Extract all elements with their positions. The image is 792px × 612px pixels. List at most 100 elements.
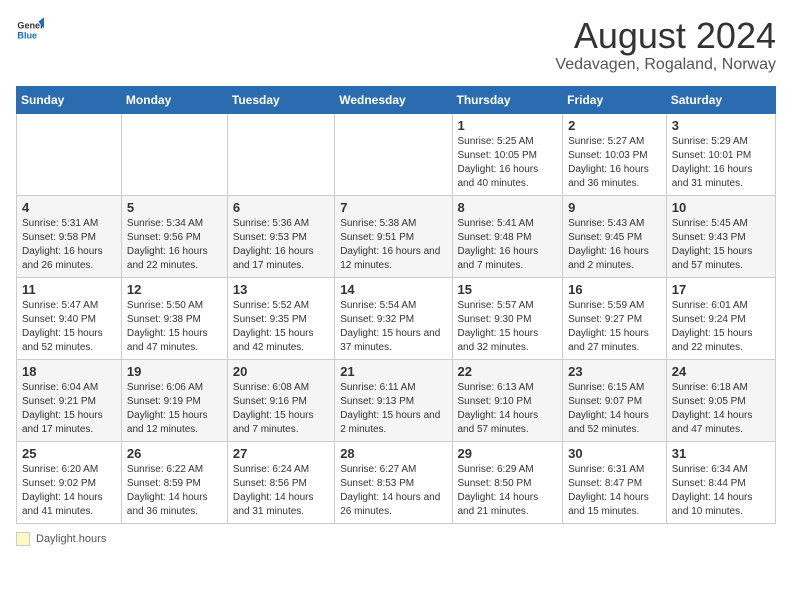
day-cell: 13 Sunrise: 5:52 AMSunset: 9:35 PMDaylig… (227, 277, 334, 359)
header-day-friday: Friday (563, 86, 667, 113)
day-sunrise: Sunrise: 5:57 AMSunset: 9:30 PMDaylight:… (458, 300, 539, 353)
day-number: 19 (127, 364, 222, 379)
header-day-saturday: Saturday (666, 86, 775, 113)
week-row-1: 1 Sunrise: 5:25 AMSunset: 10:05 PMDaylig… (17, 113, 776, 195)
day-number: 28 (340, 446, 446, 461)
day-number: 13 (233, 282, 329, 297)
day-cell: 30 Sunrise: 6:31 AMSunset: 8:47 PMDaylig… (563, 441, 667, 523)
day-cell: 2 Sunrise: 5:27 AMSunset: 10:03 PMDaylig… (563, 113, 667, 195)
day-cell: 17 Sunrise: 6:01 AMSunset: 9:24 PMDaylig… (666, 277, 775, 359)
day-sunrise: Sunrise: 5:31 AMSunset: 9:58 PMDaylight:… (22, 218, 103, 271)
day-cell (121, 113, 227, 195)
day-number: 17 (672, 282, 770, 297)
day-cell: 24 Sunrise: 6:18 AMSunset: 9:05 PMDaylig… (666, 359, 775, 441)
day-sunrise: Sunrise: 5:59 AMSunset: 9:27 PMDaylight:… (568, 300, 649, 353)
day-number: 29 (458, 446, 558, 461)
day-sunrise: Sunrise: 5:38 AMSunset: 9:51 PMDaylight:… (340, 218, 440, 271)
day-number: 9 (568, 200, 661, 215)
day-cell: 10 Sunrise: 5:45 AMSunset: 9:43 PMDaylig… (666, 195, 775, 277)
day-sunrise: Sunrise: 6:01 AMSunset: 9:24 PMDaylight:… (672, 300, 753, 353)
day-cell: 5 Sunrise: 5:34 AMSunset: 9:56 PMDayligh… (121, 195, 227, 277)
day-number: 10 (672, 200, 770, 215)
day-number: 3 (672, 118, 770, 133)
day-number: 18 (22, 364, 116, 379)
day-sunrise: Sunrise: 6:13 AMSunset: 9:10 PMDaylight:… (458, 382, 539, 435)
day-number: 4 (22, 200, 116, 215)
day-sunrise: Sunrise: 6:24 AMSunset: 8:56 PMDaylight:… (233, 464, 314, 517)
day-cell: 7 Sunrise: 5:38 AMSunset: 9:51 PMDayligh… (335, 195, 452, 277)
day-cell: 1 Sunrise: 5:25 AMSunset: 10:05 PMDaylig… (452, 113, 563, 195)
day-sunrise: Sunrise: 5:27 AMSunset: 10:03 PMDaylight… (568, 136, 649, 189)
day-cell: 6 Sunrise: 5:36 AMSunset: 9:53 PMDayligh… (227, 195, 334, 277)
header-day-tuesday: Tuesday (227, 86, 334, 113)
daylight-legend-box (16, 532, 30, 546)
day-number: 15 (458, 282, 558, 297)
day-number: 30 (568, 446, 661, 461)
day-cell (227, 113, 334, 195)
day-cell (17, 113, 122, 195)
footer: Daylight hours (16, 532, 776, 546)
day-number: 1 (458, 118, 558, 133)
day-number: 24 (672, 364, 770, 379)
day-cell: 8 Sunrise: 5:41 AMSunset: 9:48 PMDayligh… (452, 195, 563, 277)
calendar-body: 1 Sunrise: 5:25 AMSunset: 10:05 PMDaylig… (17, 113, 776, 523)
day-sunrise: Sunrise: 6:27 AMSunset: 8:53 PMDaylight:… (340, 464, 440, 517)
footer-label: Daylight hours (36, 533, 106, 545)
header-day-sunday: Sunday (17, 86, 122, 113)
day-sunrise: Sunrise: 6:31 AMSunset: 8:47 PMDaylight:… (568, 464, 649, 517)
day-sunrise: Sunrise: 6:06 AMSunset: 9:19 PMDaylight:… (127, 382, 208, 435)
calendar-header: SundayMondayTuesdayWednesdayThursdayFrid… (17, 86, 776, 113)
day-cell: 9 Sunrise: 5:43 AMSunset: 9:45 PMDayligh… (563, 195, 667, 277)
day-sunrise: Sunrise: 6:15 AMSunset: 9:07 PMDaylight:… (568, 382, 649, 435)
day-number: 11 (22, 282, 116, 297)
day-sunrise: Sunrise: 6:29 AMSunset: 8:50 PMDaylight:… (458, 464, 539, 517)
day-cell: 23 Sunrise: 6:15 AMSunset: 9:07 PMDaylig… (563, 359, 667, 441)
header: General Blue August 2024 Vedavagen, Roga… (16, 16, 776, 74)
day-cell: 16 Sunrise: 5:59 AMSunset: 9:27 PMDaylig… (563, 277, 667, 359)
day-sunrise: Sunrise: 5:36 AMSunset: 9:53 PMDaylight:… (233, 218, 314, 271)
day-cell: 31 Sunrise: 6:34 AMSunset: 8:44 PMDaylig… (666, 441, 775, 523)
day-sunrise: Sunrise: 5:34 AMSunset: 9:56 PMDaylight:… (127, 218, 208, 271)
day-cell: 28 Sunrise: 6:27 AMSunset: 8:53 PMDaylig… (335, 441, 452, 523)
day-number: 21 (340, 364, 446, 379)
day-cell: 18 Sunrise: 6:04 AMSunset: 9:21 PMDaylig… (17, 359, 122, 441)
day-number: 8 (458, 200, 558, 215)
day-number: 5 (127, 200, 222, 215)
day-cell: 22 Sunrise: 6:13 AMSunset: 9:10 PMDaylig… (452, 359, 563, 441)
day-sunrise: Sunrise: 6:34 AMSunset: 8:44 PMDaylight:… (672, 464, 753, 517)
day-number: 2 (568, 118, 661, 133)
day-cell: 20 Sunrise: 6:08 AMSunset: 9:16 PMDaylig… (227, 359, 334, 441)
day-cell: 15 Sunrise: 5:57 AMSunset: 9:30 PMDaylig… (452, 277, 563, 359)
day-sunrise: Sunrise: 5:50 AMSunset: 9:38 PMDaylight:… (127, 300, 208, 353)
day-cell (335, 113, 452, 195)
main-title: August 2024 (555, 16, 776, 56)
day-sunrise: Sunrise: 6:08 AMSunset: 9:16 PMDaylight:… (233, 382, 314, 435)
day-cell: 4 Sunrise: 5:31 AMSunset: 9:58 PMDayligh… (17, 195, 122, 277)
day-sunrise: Sunrise: 5:54 AMSunset: 9:32 PMDaylight:… (340, 300, 440, 353)
day-sunrise: Sunrise: 6:22 AMSunset: 8:59 PMDaylight:… (127, 464, 208, 517)
day-sunrise: Sunrise: 5:29 AMSunset: 10:01 PMDaylight… (672, 136, 753, 189)
day-sunrise: Sunrise: 6:11 AMSunset: 9:13 PMDaylight:… (340, 382, 440, 435)
day-number: 27 (233, 446, 329, 461)
day-cell: 29 Sunrise: 6:29 AMSunset: 8:50 PMDaylig… (452, 441, 563, 523)
day-cell: 11 Sunrise: 5:47 AMSunset: 9:40 PMDaylig… (17, 277, 122, 359)
day-number: 12 (127, 282, 222, 297)
day-number: 14 (340, 282, 446, 297)
day-sunrise: Sunrise: 5:43 AMSunset: 9:45 PMDaylight:… (568, 218, 649, 271)
day-number: 20 (233, 364, 329, 379)
day-sunrise: Sunrise: 5:47 AMSunset: 9:40 PMDaylight:… (22, 300, 103, 353)
day-number: 31 (672, 446, 770, 461)
day-number: 25 (22, 446, 116, 461)
day-number: 23 (568, 364, 661, 379)
day-sunrise: Sunrise: 5:45 AMSunset: 9:43 PMDaylight:… (672, 218, 753, 271)
day-sunrise: Sunrise: 5:25 AMSunset: 10:05 PMDaylight… (458, 136, 539, 189)
day-cell: 27 Sunrise: 6:24 AMSunset: 8:56 PMDaylig… (227, 441, 334, 523)
header-row: SundayMondayTuesdayWednesdayThursdayFrid… (17, 86, 776, 113)
day-cell: 14 Sunrise: 5:54 AMSunset: 9:32 PMDaylig… (335, 277, 452, 359)
day-cell: 12 Sunrise: 5:50 AMSunset: 9:38 PMDaylig… (121, 277, 227, 359)
logo-icon: General Blue (16, 16, 44, 44)
day-cell: 19 Sunrise: 6:06 AMSunset: 9:19 PMDaylig… (121, 359, 227, 441)
day-sunrise: Sunrise: 5:41 AMSunset: 9:48 PMDaylight:… (458, 218, 539, 271)
title-area: August 2024 Vedavagen, Rogaland, Norway (555, 16, 776, 74)
day-number: 26 (127, 446, 222, 461)
